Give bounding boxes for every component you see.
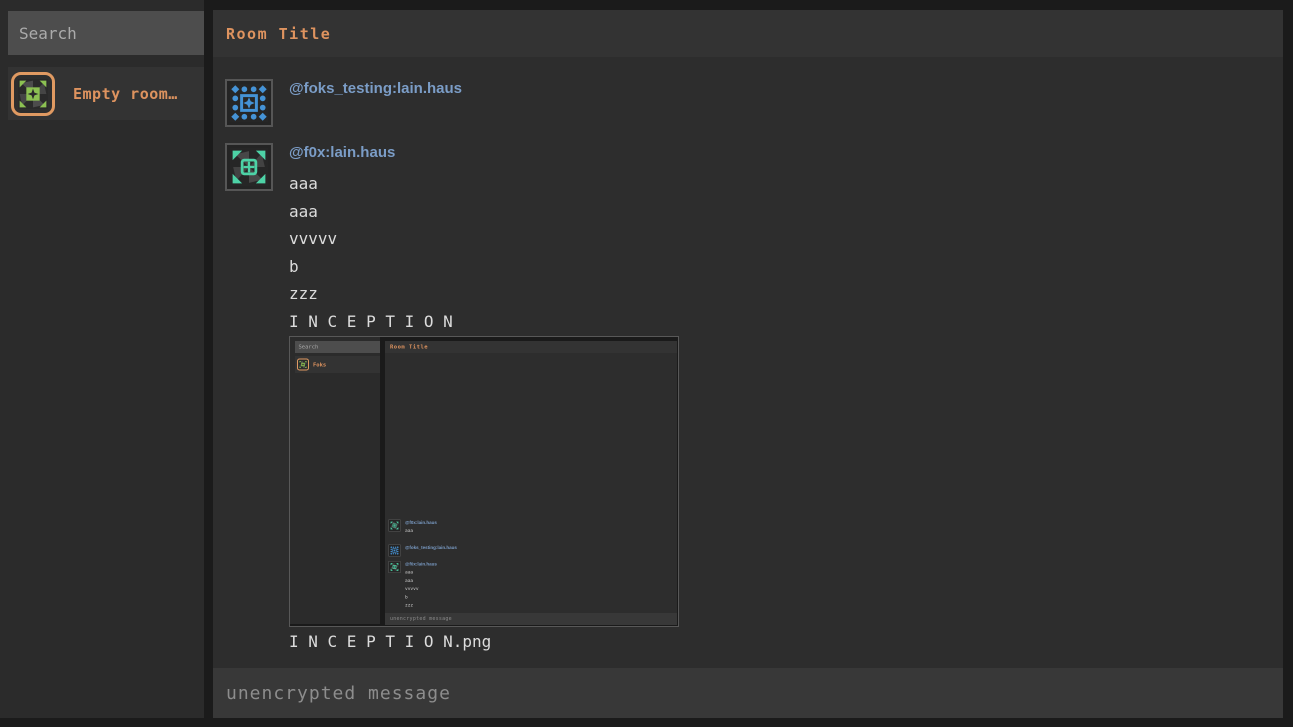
mini-search-input: Search xyxy=(295,341,380,353)
green-identicon-icon xyxy=(18,79,48,109)
message-group: @f0x:lain.haus aaa aaa vvvvv b zzz I N C… xyxy=(225,143,1283,651)
mini-message-line: aaa xyxy=(405,577,437,585)
search-input[interactable] xyxy=(8,11,204,55)
mini-message-sender: @f0x:lain.haus xyxy=(405,520,437,526)
mini-sidebar xyxy=(290,337,380,624)
mini-composer-input: unencrypted message xyxy=(385,613,677,625)
foks-testing-identicon-icon xyxy=(230,84,268,122)
message-line: vvvvv xyxy=(289,225,679,253)
room-name-label: Empty room… xyxy=(73,85,178,103)
mini-message-list: @f0x:lain.haus aaa @foks_testing:lain.ha… xyxy=(385,353,677,613)
mini-message-line: vvvvv xyxy=(405,585,437,593)
mini-message-sender: @f0x:lain.haus xyxy=(405,562,437,568)
user-avatar xyxy=(225,143,273,191)
attachment-filename: I N C E P T I O N.png xyxy=(289,633,679,651)
mini-message-group: @f0x:lain.haus aaa xyxy=(389,520,437,536)
message-line: aaa xyxy=(289,198,679,226)
mini-user-avatar xyxy=(389,545,401,557)
message-line: aaa xyxy=(289,170,679,198)
sidebar: Empty room… xyxy=(0,0,204,718)
message-line: b xyxy=(289,253,679,281)
mini-user-avatar xyxy=(389,520,401,532)
mini-message-line: b xyxy=(405,593,437,601)
mini-room-title: Room Title xyxy=(385,341,677,353)
room-avatar xyxy=(11,72,55,116)
message-line: zzz xyxy=(289,280,679,308)
room-header: Room Title xyxy=(213,10,1283,57)
mini-room-name-label: Foks xyxy=(313,361,326,368)
mini-room-avatar xyxy=(297,359,309,371)
mini-user-avatar xyxy=(389,561,401,573)
mini-message-line: zzz xyxy=(405,602,437,610)
mini-message-group: @f0x:lain.haus aaa aaa vvvvv b zzz xyxy=(389,561,437,610)
mini-message-sender: @foks_testing:lain.haus xyxy=(405,545,457,551)
mini-message-group: @foks_testing:lain.haus xyxy=(389,545,457,557)
mini-room-item: Foks xyxy=(295,356,380,373)
message-group: @foks_testing:lain.haus xyxy=(225,79,1283,127)
foks-testing-identicon-icon xyxy=(390,546,399,555)
f0x-identicon-icon xyxy=(230,148,268,186)
message-sender: @foks_testing:lain.haus xyxy=(289,80,462,98)
f0x-identicon-icon xyxy=(390,563,399,572)
sidebar-room-item[interactable]: Empty room… xyxy=(8,67,204,120)
room-title: Room Title xyxy=(226,25,331,43)
user-avatar xyxy=(225,79,273,127)
embedded-screenshot: Search Foks Room Title xyxy=(290,337,679,627)
message-list: @foks_testing:lain.haus @f0x:lain.haus a… xyxy=(213,57,1283,668)
green-identicon-icon xyxy=(299,361,307,369)
mini-message-line: aaa xyxy=(405,569,437,577)
mini-message-line: aaa xyxy=(405,527,437,535)
composer-input[interactable] xyxy=(213,668,1283,718)
message-attachment-image[interactable]: Search Foks Room Title xyxy=(289,336,679,627)
message-sender: @f0x:lain.haus xyxy=(289,144,679,162)
f0x-identicon-icon xyxy=(390,521,399,530)
message-line: I N C E P T I O N xyxy=(289,308,679,336)
